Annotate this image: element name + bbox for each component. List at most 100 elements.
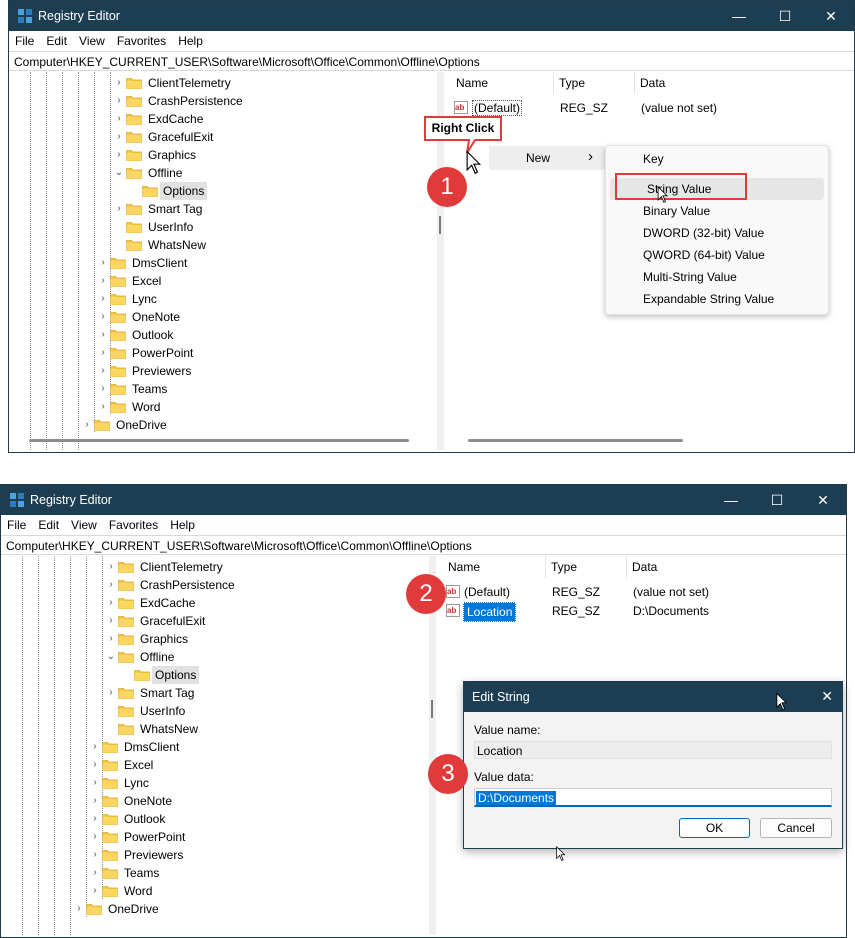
folder-icon: [110, 311, 126, 323]
cancel-button[interactable]: Cancel: [760, 818, 832, 838]
string-value-icon: [446, 585, 460, 598]
chevron-right-icon: ›: [588, 148, 593, 165]
submenu-item-qword-value[interactable]: QWORD (64-bit) Value: [606, 244, 828, 266]
value-row[interactable]: (Default) REG_SZ (value not set): [454, 99, 854, 117]
window-title: Registry Editor: [30, 493, 112, 507]
tree-pane[interactable]: › ClientTelemetry › CrashPersistence › ExdC…: [9, 72, 438, 450]
registry-editor-icon: [18, 9, 32, 23]
submenu-item-expandable-string-value[interactable]: Expandable String Value: [606, 288, 828, 310]
tree-pane[interactable]: › ClientTelemetry › CrashPersistence › ExdC…: [1, 556, 430, 935]
value-row[interactable]: (Default) REG_SZ (value not set): [446, 583, 846, 601]
address-bar[interactable]: Computer\HKEY_CURRENT_USER\Software\Micr…: [1, 535, 846, 555]
title-bar: Registry Editor — ☐ ✕: [9, 1, 854, 31]
maximize-icon[interactable]: ☐: [754, 485, 800, 515]
folder-icon: [118, 615, 134, 627]
folder-icon: [102, 741, 118, 753]
step-2-badge: 2: [406, 574, 446, 614]
submenu-item-binary-value[interactable]: Binary Value: [606, 200, 828, 222]
column-data[interactable]: Data: [640, 72, 665, 94]
minimize-icon[interactable]: —: [708, 485, 754, 515]
folder-icon: [126, 167, 142, 179]
folder-icon: [118, 633, 134, 645]
folder-icon: [126, 113, 142, 125]
callout-text: Right Click: [431, 121, 495, 135]
folder-icon: [126, 221, 142, 233]
menu-bar: File Edit View Favorites Help: [9, 31, 854, 51]
folder-icon: [118, 687, 134, 699]
menu-file[interactable]: File: [1, 515, 32, 532]
folder-icon: [134, 669, 150, 681]
folder-icon: [102, 759, 118, 771]
folder-icon: [102, 777, 118, 789]
folder-icon: [126, 203, 142, 215]
column-data[interactable]: Data: [632, 556, 657, 578]
location-value-selected[interactable]: Location: [463, 602, 517, 622]
folder-icon: [126, 131, 142, 143]
value-data-field[interactable]: D:\Documents: [474, 788, 832, 807]
folder-icon: [118, 579, 134, 591]
column-type[interactable]: Type: [559, 72, 585, 94]
folder-icon: [110, 347, 126, 359]
ok-button[interactable]: OK: [679, 818, 750, 838]
string-value-icon: [446, 604, 460, 617]
column-type[interactable]: Type: [551, 556, 577, 578]
value-data-label: Value data:: [474, 770, 534, 784]
menu-item-new[interactable]: New: [526, 151, 550, 165]
folder-icon: [126, 239, 142, 251]
folder-icon: [118, 705, 134, 717]
folder-icon: [102, 849, 118, 861]
submenu-item-dword-value[interactable]: DWORD (32-bit) Value: [606, 222, 828, 244]
close-icon[interactable]: ✕: [821, 688, 833, 705]
folder-icon: [126, 149, 142, 161]
folder-icon: [118, 597, 134, 609]
folder-icon: [110, 365, 126, 377]
folder-icon: [110, 401, 126, 413]
folder-icon: [118, 561, 134, 573]
menu-edit[interactable]: Edit: [40, 31, 73, 48]
maximize-icon[interactable]: ☐: [762, 1, 808, 31]
new-submenu: Key String Value Binary Value DWORD (32-…: [605, 145, 829, 315]
menu-favorites[interactable]: Favorites: [111, 31, 172, 48]
window-title: Registry Editor: [38, 9, 120, 23]
menu-view[interactable]: View: [65, 515, 103, 532]
folder-icon: [102, 813, 118, 825]
value-row[interactable]: Location REG_SZ D:\Documents: [446, 602, 846, 622]
folder-icon: [118, 651, 134, 663]
step-1-badge: 1: [427, 167, 467, 207]
folder-icon: [110, 383, 126, 395]
minimize-icon[interactable]: —: [716, 1, 762, 31]
new-context-menu: New ›: [489, 146, 605, 170]
folder-icon: [110, 257, 126, 269]
right-click-callout: Right Click: [423, 115, 503, 154]
menu-file[interactable]: File: [9, 31, 40, 48]
folder-icon: [102, 831, 118, 843]
close-icon[interactable]: ✕: [808, 1, 854, 31]
submenu-item-key[interactable]: Key: [606, 148, 828, 170]
close-icon[interactable]: ✕: [800, 485, 846, 515]
folder-icon: [110, 275, 126, 287]
menu-favorites[interactable]: Favorites: [103, 515, 164, 532]
folder-icon: [118, 723, 134, 735]
folder-icon: [126, 77, 142, 89]
value-name-field: Location: [474, 741, 832, 759]
folder-icon: [142, 185, 158, 197]
string-value-icon: [454, 101, 468, 114]
address-bar[interactable]: Computer\HKEY_CURRENT_USER\Software\Micr…: [9, 51, 854, 71]
menu-help[interactable]: Help: [172, 31, 209, 48]
menu-help[interactable]: Help: [164, 515, 201, 532]
submenu-item-multi-string-value[interactable]: Multi-String Value: [606, 266, 828, 288]
title-bar: Registry Editor — ☐ ✕: [1, 485, 846, 515]
menu-edit[interactable]: Edit: [32, 515, 65, 532]
mouse-cursor-icon: [466, 150, 482, 176]
menu-bar: File Edit View Favorites Help: [1, 515, 846, 535]
menu-view[interactable]: View: [73, 31, 111, 48]
folder-icon: [110, 329, 126, 341]
column-name[interactable]: Name: [456, 72, 488, 94]
mouse-cursor-icon: [555, 846, 567, 862]
values-horizontal-scrollbar[interactable]: [468, 439, 683, 442]
step-3-badge: 3: [428, 754, 468, 794]
tree-horizontal-scrollbar[interactable]: [29, 439, 409, 442]
column-name[interactable]: Name: [448, 556, 480, 578]
folder-icon: [102, 795, 118, 807]
folder-icon: [94, 419, 110, 431]
